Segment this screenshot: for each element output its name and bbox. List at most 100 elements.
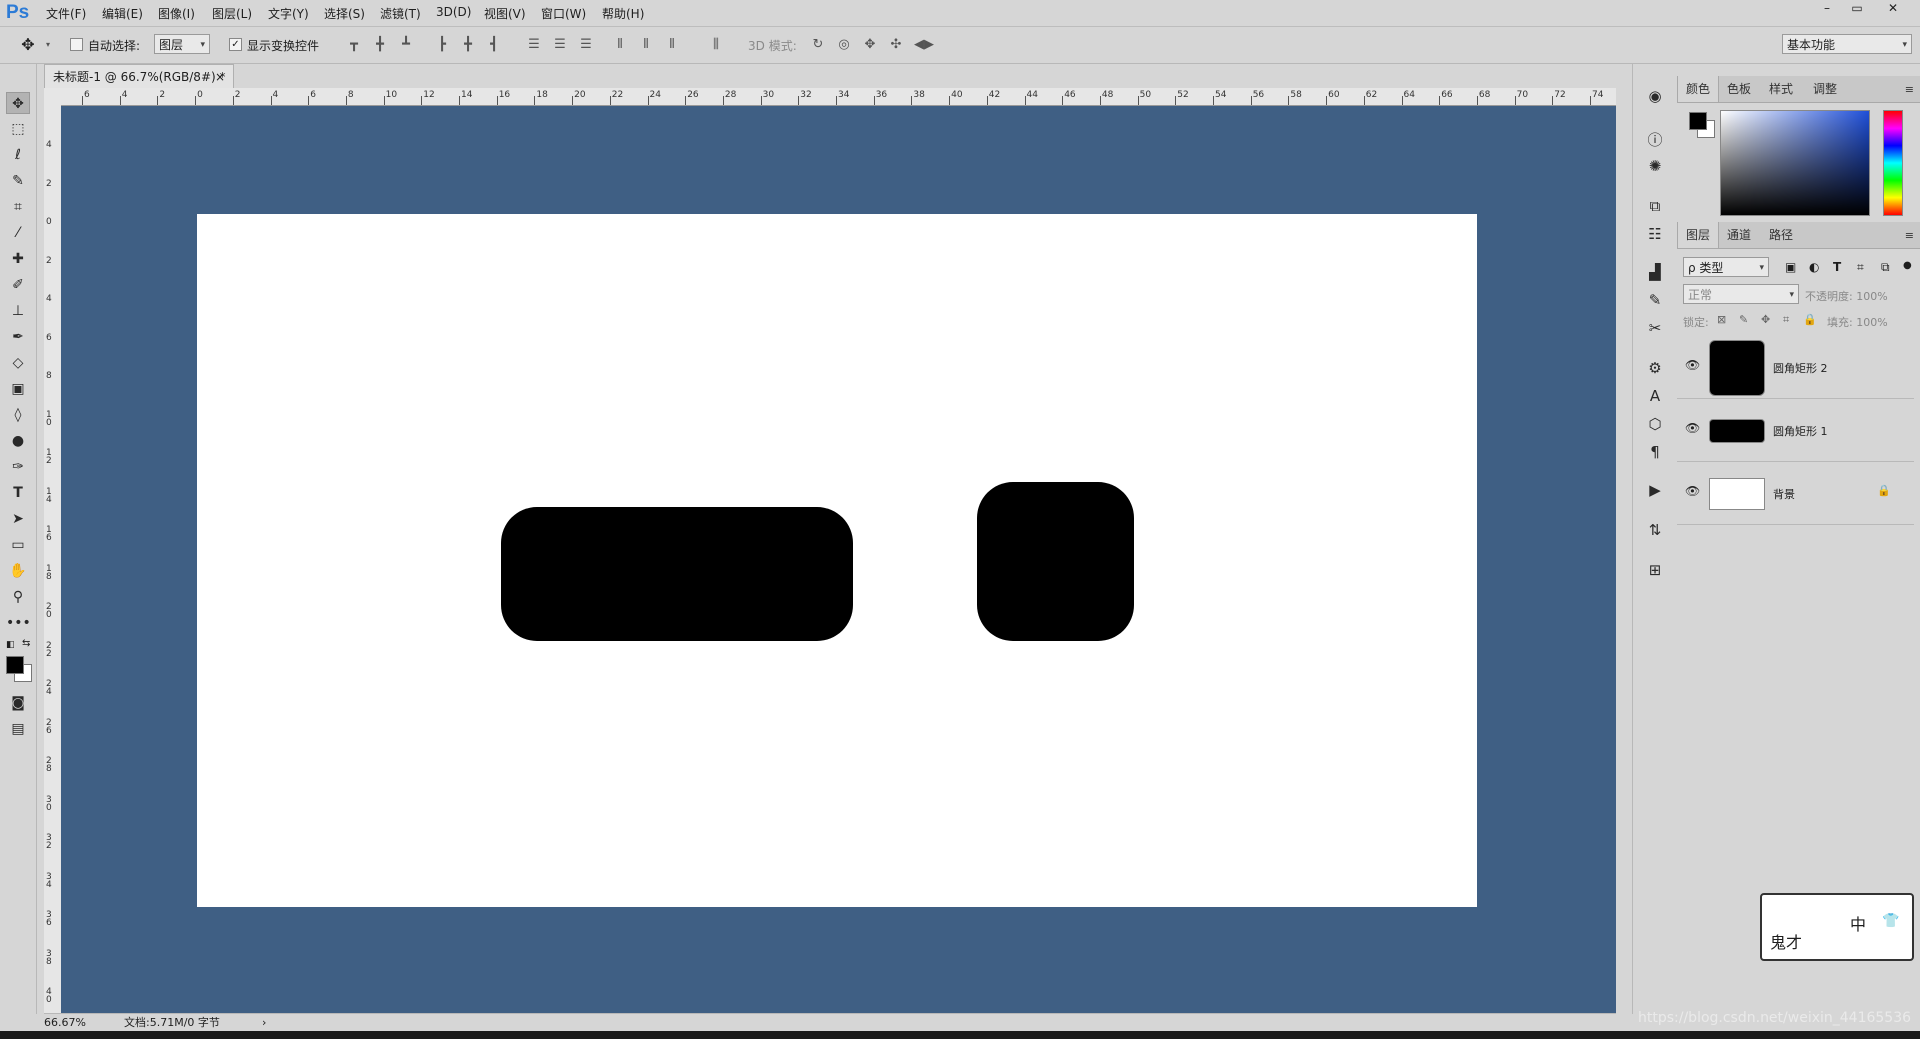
layer-row[interactable]: 👁 圆角矩形 2: [1677, 336, 1914, 399]
move-tool-icon[interactable]: ✥: [6, 92, 30, 114]
distribute-vcenter-icon[interactable]: ☰: [552, 37, 568, 53]
clone-source-icon[interactable]: ✂: [1645, 318, 1665, 338]
visibility-eye-icon[interactable]: 👁: [1685, 421, 1700, 435]
history-panel-icon[interactable]: ◉: [1645, 86, 1665, 106]
layer-row[interactable]: 👁 圆角矩形 1: [1677, 399, 1914, 462]
menu-file[interactable]: 文件(F): [46, 5, 86, 22]
restore-button[interactable]: ▭: [1842, 0, 1872, 17]
filter-adjustment-icon[interactable]: ◐: [1809, 260, 1819, 274]
layer-name[interactable]: 背景: [1773, 486, 1795, 502]
distribute-bottom-icon[interactable]: ☰: [578, 37, 594, 53]
pen-tool-icon[interactable]: ✑: [6, 456, 30, 478]
layer-filter-dropdown[interactable]: ρ 类型 ▾: [1683, 257, 1769, 277]
marquee-tool-icon[interactable]: ⬚: [6, 118, 30, 140]
quick-mask-icon[interactable]: ◙: [6, 692, 30, 714]
menu-image[interactable]: 图像(I): [158, 5, 195, 22]
document-canvas[interactable]: [197, 214, 1477, 907]
paragraph-panel-icon[interactable]: ¶: [1645, 442, 1665, 462]
histogram-panel-icon[interactable]: ▟: [1645, 262, 1665, 282]
rotate-3d-icon[interactable]: ↻: [810, 37, 826, 53]
chevron-down-icon[interactable]: ▾: [40, 37, 56, 53]
distribute-top-icon[interactable]: ☰: [526, 37, 542, 53]
status-menu-arrow-icon[interactable]: ›: [262, 1014, 266, 1032]
panel-menu-icon[interactable]: ≡: [1905, 83, 1914, 96]
default-colors-icon[interactable]: ◧: [6, 640, 15, 650]
menu-window[interactable]: 窗口(W): [541, 5, 586, 22]
auto-align-icon[interactable]: ⫼: [708, 37, 724, 53]
roll-3d-icon[interactable]: ◎: [836, 37, 852, 53]
workspace-dropdown[interactable]: 基本功能 ▾: [1782, 34, 1912, 54]
timeline-play-icon[interactable]: ▶: [1645, 480, 1665, 500]
history-brush-tool-icon[interactable]: ✒: [6, 326, 30, 348]
layer-row[interactable]: 👁 背景 🔒: [1677, 462, 1914, 525]
filter-smart-object-icon[interactable]: ⧉: [1881, 260, 1890, 275]
lock-position-icon[interactable]: ✥: [1761, 313, 1770, 326]
menu-edit[interactable]: 编辑(E): [102, 5, 143, 22]
clone-stamp-tool-icon[interactable]: ⊥: [6, 300, 30, 322]
character-styles-icon[interactable]: ⚙: [1645, 358, 1665, 378]
layer-comps-icon[interactable]: ⇅: [1645, 520, 1665, 540]
close-window-button[interactable]: ✕: [1878, 0, 1908, 17]
info-panel-icon[interactable]: ⓘ: [1645, 130, 1665, 150]
filter-pixel-icon[interactable]: ▣: [1785, 260, 1796, 274]
distribute-left-icon[interactable]: ⫴: [612, 37, 628, 53]
zoom-tool-icon[interactable]: ⚲: [6, 586, 30, 608]
align-hcenter-icon[interactable]: ╋: [460, 37, 476, 53]
rounded-rectangle-1[interactable]: [501, 507, 853, 641]
color-picker-field[interactable]: [1720, 110, 1870, 216]
brush-tool-icon[interactable]: ✐: [6, 274, 30, 296]
measurement-log-icon[interactable]: ⊞: [1645, 560, 1665, 580]
tab-adjustments[interactable]: 调整: [1805, 76, 1845, 102]
filter-toggle-icon[interactable]: ●: [1903, 260, 1912, 271]
eraser-tool-icon[interactable]: ◇: [6, 352, 30, 374]
blur-tool-icon[interactable]: ◊: [6, 404, 30, 426]
zoom-level[interactable]: 66.67%: [44, 1014, 86, 1032]
eyedropper-tool-icon[interactable]: ⁄: [6, 222, 30, 244]
visibility-eye-icon[interactable]: 👁: [1685, 358, 1700, 372]
type-tool-icon[interactable]: T: [6, 482, 30, 504]
brush-presets-icon[interactable]: ✎: [1645, 290, 1665, 310]
filter-type-icon[interactable]: T: [1833, 260, 1841, 274]
document-tab[interactable]: 未标题-1 @ 66.7%(RGB/8#) * ×: [44, 64, 234, 88]
close-tab-icon[interactable]: ×: [215, 65, 225, 89]
path-select-tool-icon[interactable]: ➤: [6, 508, 30, 530]
scale-3d-icon[interactable]: ◀▶: [914, 37, 934, 53]
auto-select-dropdown[interactable]: 图层 ▾: [154, 34, 210, 54]
panel-foreground-swatch[interactable]: [1689, 112, 1707, 130]
quick-select-tool-icon[interactable]: ✎: [6, 170, 30, 192]
actions-panel-icon[interactable]: ⧉: [1645, 196, 1665, 216]
menu-view[interactable]: 视图(V): [484, 5, 526, 22]
hand-tool-icon[interactable]: ✋: [6, 560, 30, 582]
healing-brush-tool-icon[interactable]: ✚: [6, 248, 30, 270]
ime-badge[interactable]: 鬼才 中 👕: [1760, 893, 1914, 961]
tab-swatches[interactable]: 色板: [1719, 76, 1759, 102]
fill-control[interactable]: 填充: 100%: [1827, 314, 1888, 330]
menu-select[interactable]: 选择(S): [324, 5, 365, 22]
lasso-tool-icon[interactable]: ℓ: [6, 144, 30, 166]
panel-menu-icon[interactable]: ≡: [1905, 229, 1914, 242]
tab-channels[interactable]: 通道: [1719, 222, 1759, 248]
distribute-right-icon[interactable]: ⫴: [664, 37, 680, 53]
menu-layer[interactable]: 图层(L): [212, 5, 252, 22]
menu-type[interactable]: 文字(Y): [268, 5, 309, 22]
slide-3d-icon[interactable]: ✣: [888, 37, 904, 53]
align-right-icon[interactable]: ┫: [486, 37, 502, 53]
align-left-icon[interactable]: ┣: [434, 37, 450, 53]
swap-colors-icon[interactable]: ⇆: [22, 638, 30, 649]
align-top-icon[interactable]: ┳: [346, 37, 362, 53]
more-tools-icon[interactable]: •••: [6, 612, 31, 634]
layer-name[interactable]: 圆角矩形 2: [1773, 360, 1828, 376]
screen-mode-icon[interactable]: ▤: [6, 718, 30, 740]
hue-slider[interactable]: [1883, 110, 1903, 216]
move-tool-preset-icon[interactable]: ✥: [20, 37, 36, 53]
character-panel-icon[interactable]: A: [1645, 386, 1665, 406]
crop-tool-icon[interactable]: ⌗: [6, 196, 30, 218]
opacity-control[interactable]: 不透明度: 100%: [1805, 288, 1888, 304]
tab-styles[interactable]: 样式: [1761, 76, 1801, 102]
auto-select-checkbox[interactable]: [70, 38, 83, 51]
align-bottom-icon[interactable]: ┻: [398, 37, 414, 53]
navigator-panel-icon[interactable]: ✺: [1645, 156, 1665, 176]
3d-panel-icon[interactable]: ⬡: [1645, 414, 1665, 434]
filter-shape-icon[interactable]: ⌗: [1857, 260, 1864, 275]
show-transform-checkbox[interactable]: ✓: [229, 38, 242, 51]
